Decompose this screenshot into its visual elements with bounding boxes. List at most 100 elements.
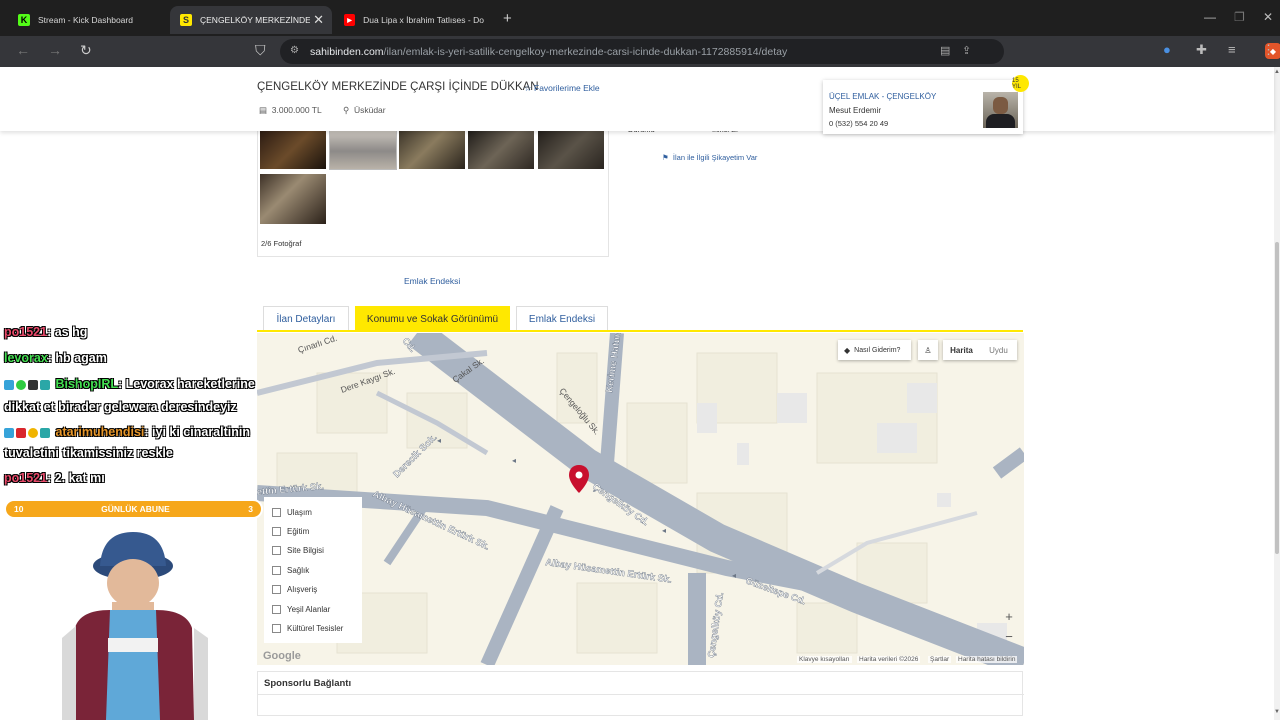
agent-photo <box>983 92 1018 128</box>
checkbox[interactable] <box>272 508 281 517</box>
svg-text:◂: ◂ <box>732 571 736 580</box>
complaint-link[interactable]: ⚑ İlan ile İlgili Şikayetim Var <box>662 153 757 162</box>
chat-text: : as hg <box>47 325 88 339</box>
emlak-endeksi-link[interactable]: Emlak Endeksi <box>404 276 460 286</box>
extension-icon[interactable]: ● <box>1163 42 1171 57</box>
poi-alisveris[interactable]: Alışveriş <box>272 585 317 594</box>
poi-filter-panel: Ulaşım Eğitim Site Bilgisi Sağlık Alışve… <box>264 497 362 643</box>
badge-icon <box>40 427 50 438</box>
browser-tab-kick[interactable]: K Stream - Kick Dashboard <box>8 6 168 34</box>
checkbox[interactable] <box>272 566 281 575</box>
directions-icon: ◆ <box>844 345 851 355</box>
sub-goal-bar: GÜNLÜK ABUNE 10 3 <box>4 499 263 519</box>
map-type-harita[interactable]: Harita <box>943 346 980 355</box>
playlist-icon[interactable]: ≡ <box>1228 42 1236 57</box>
tab-konum[interactable]: Konumu ve Sokak Görünümü <box>355 306 510 331</box>
browser-tab-bar: K Stream - Kick Dashboard S ÇENGELKÖY ME… <box>0 0 1280 36</box>
poi-kulturel[interactable]: Kültürel Tesisler <box>272 624 343 633</box>
svg-text:◂: ◂ <box>512 456 516 465</box>
minimize-icon[interactable]: — <box>1204 10 1216 24</box>
gallery-thumb[interactable] <box>260 129 326 169</box>
chat-message: levorax: hb agam <box>4 351 107 365</box>
browser-tab-sahibinden[interactable]: S ÇENGELKÖY MERKEZİNDE ÇA ✕ <box>170 6 332 34</box>
favorite-label: Favorilerime Ekle <box>534 83 600 93</box>
poi-label: Eğitim <box>287 527 310 536</box>
badge-icon <box>4 427 14 438</box>
tab-title: ÇENGELKÖY MERKEZİNDE ÇA <box>200 15 310 25</box>
complaint-label: İlan ile İlgili Şikayetim Var <box>672 153 758 162</box>
agent-card[interactable]: ÜÇEL EMLAK - ÇENGELKÖY Mesut Erdemir 0 (… <box>823 80 1023 134</box>
poi-yesil-alanlar[interactable]: Yeşil Alanlar <box>272 605 330 614</box>
map-view[interactable]: ◂ ◂ ◂ ◂ Çınarlı Cd. Dere Kaygı Sk. Çakal… <box>257 333 1024 665</box>
location-pin-marker <box>569 465 589 493</box>
checkbox[interactable] <box>272 585 281 594</box>
street-label: Çengelköy Cd. <box>706 592 726 659</box>
agent-office[interactable]: ÜÇEL EMLAK - ÇENGELKÖY <box>829 92 936 101</box>
sub-goal-target: 3 <box>248 504 253 514</box>
back-icon[interactable]: ← <box>16 42 30 58</box>
menu-icon[interactable]: ⋮ <box>1262 42 1275 58</box>
reload-icon[interactable]: ↻ <box>80 42 92 59</box>
close-tab-icon[interactable]: ✕ <box>313 12 324 28</box>
checkbox[interactable] <box>272 527 281 536</box>
zoom-in-button[interactable]: + <box>1000 607 1018 625</box>
maximize-icon[interactable]: ❐ <box>1234 10 1245 24</box>
gallery-thumb[interactable] <box>468 129 534 169</box>
street-view-pegman-icon[interactable]: ♙ <box>918 340 938 360</box>
badge-icon <box>40 379 50 390</box>
zoom-out-button[interactable]: − <box>1000 627 1018 645</box>
coin-icon <box>28 427 38 438</box>
sahibinden-icon: S <box>180 14 192 26</box>
checkbox[interactable] <box>272 605 281 614</box>
report-map-error-link[interactable]: Harita hatası bildirin <box>956 656 1018 663</box>
checkbox[interactable] <box>272 546 281 555</box>
url-field[interactable]: ⚙ sahibinden.com/ilan/emlak-is-yeri-sati… <box>280 39 1280 64</box>
sponsored-section: Sponsorlu Bağlantı <box>257 671 1024 716</box>
poi-label: Kültürel Tesisler <box>287 624 344 633</box>
flag-icon: ⚑ <box>662 153 669 162</box>
share-icon[interactable]: ⇪ <box>962 44 971 57</box>
location-pin-icon: ⚲ <box>343 105 350 115</box>
tab-ilan-detaylari[interactable]: İlan Detayları <box>263 306 349 331</box>
gallery-thumb[interactable] <box>329 128 397 170</box>
extensions-puzzle-icon[interactable]: ✚ <box>1196 42 1207 58</box>
reader-icon[interactable]: ▤ <box>940 44 950 57</box>
agent-name: Mesut Erdemir <box>829 106 882 115</box>
map-data-text: Harita verileri ©2026 <box>857 656 921 663</box>
terms-link[interactable]: Şartlar <box>928 656 952 663</box>
checkbox[interactable] <box>272 624 281 633</box>
site-info-icon[interactable]: ⚙ <box>290 45 299 56</box>
listing-location: ⚲ Üsküdar <box>343 105 386 116</box>
gallery-thumb[interactable] <box>538 129 604 169</box>
new-tab-icon[interactable]: + <box>503 10 512 27</box>
tab-emlak-endeksi[interactable]: Emlak Endeksi <box>516 306 608 331</box>
price-value: 3.000.000 TL <box>271 105 322 115</box>
directions-button[interactable]: ◆ Nasıl Giderim? <box>838 340 911 360</box>
sponsored-title: Sponsorlu Bağlantı <box>264 678 352 689</box>
poi-saglik[interactable]: Sağlık <box>272 566 309 575</box>
agent-phone: 0 (532) 554 20 49 <box>829 119 889 128</box>
close-window-icon[interactable]: ✕ <box>1263 10 1273 24</box>
poi-ulasim[interactable]: Ulaşım <box>272 508 312 517</box>
add-favorite-button[interactable]: ☆ Favorilerime Ekle <box>524 83 600 94</box>
map-type-toggle: Harita Uydu <box>943 340 1017 360</box>
page-scrollbar[interactable]: ▲ ▼ <box>1274 67 1280 720</box>
map-type-uydu[interactable]: Uydu <box>980 346 1017 355</box>
gallery-count: 2/6 Fotoğraf <box>261 239 302 248</box>
youtube-icon: ▶ <box>344 14 356 26</box>
poi-label: Sağlık <box>287 566 310 575</box>
gallery-thumb[interactable] <box>399 129 465 169</box>
poi-site-bilgisi[interactable]: Site Bilgisi <box>272 546 324 555</box>
url-text: sahibinden.com/ilan/emlak-is-yeri-satili… <box>310 46 788 58</box>
poi-label: Alışveriş <box>287 585 318 594</box>
chat-username: BishopIRL <box>55 377 118 391</box>
gallery-thumb[interactable] <box>260 174 326 224</box>
street-label: Çınarlı Cd. <box>297 333 339 355</box>
poi-egitim[interactable]: Eğitim <box>272 527 309 536</box>
forward-icon[interactable]: → <box>48 42 62 58</box>
keyboard-shortcuts-link[interactable]: Klavye kısayolları <box>797 656 852 663</box>
bookmark-icon[interactable]: ⛉ <box>255 42 266 59</box>
tab-title: Stream - Kick Dashboard <box>38 15 133 25</box>
browser-tab-youtube[interactable]: ▶ Dua Lipa x İbrahim Tatlıses - Dom Do <box>334 6 494 34</box>
poi-label: Site Bilgisi <box>287 546 324 555</box>
